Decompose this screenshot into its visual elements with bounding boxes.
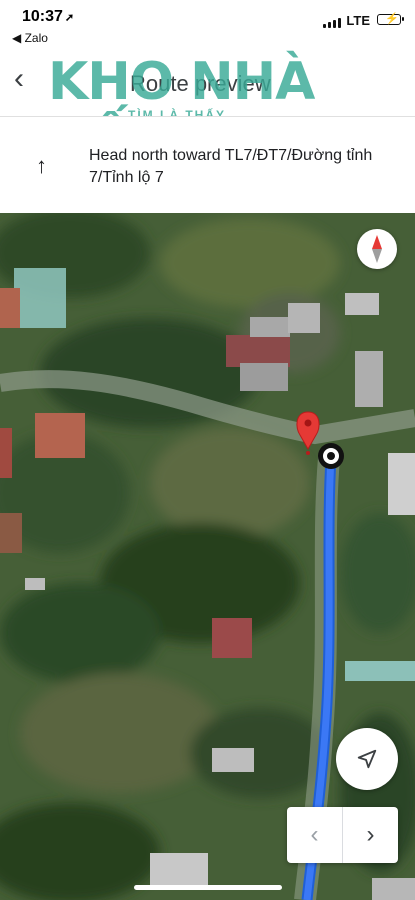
map-imagery [0,213,415,900]
compass-icon[interactable] [357,229,397,269]
location-arrow-icon: ➚ [64,12,75,24]
step-navigation: ‹ › [287,807,398,863]
battery-charging-icon: ⚡ [377,13,404,25]
home-indicator[interactable] [134,885,282,890]
satellite-map[interactable]: ‹ › [0,213,415,900]
status-bar: 10:37 ➚ ◀ Zalo LTE ⚡ [0,0,415,48]
next-step-button[interactable]: › [343,807,398,863]
clock-time: 10:37 [22,8,63,25]
app-header: ‹ Route preview KHO NHÀ ĐẤT TÌM LÀ THẤY [0,48,415,172]
chevron-left-icon[interactable]: ‹ [14,64,24,94]
network-label: LTE [346,13,370,28]
start-point-marker [318,443,344,469]
page-title: Route preview [130,71,271,96]
previous-step-button[interactable]: ‹ [287,807,343,863]
navigation-arrow-icon[interactable] [336,728,398,790]
direction-step[interactable]: ↑ Head north toward TL7/ĐT7/Đường tỉnh 7… [0,117,415,213]
back-to-app-link[interactable]: ◀ Zalo [12,31,48,45]
signal-icon [323,18,341,28]
clock: 10:37 ➚ [22,8,74,26]
arrow-up-icon: ↑ [36,153,47,178]
step-instruction: Head north toward TL7/ĐT7/Đường tỉnh 7/T… [89,147,373,186]
